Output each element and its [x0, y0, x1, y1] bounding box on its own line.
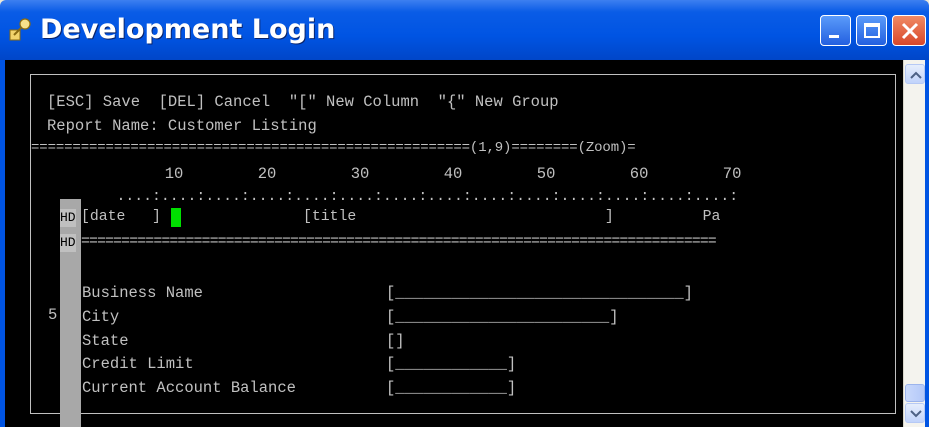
- title-bar[interactable]: Development Login: [0, 0, 929, 60]
- report-name-line: Report Name: Customer Listing: [47, 117, 317, 135]
- close-button[interactable]: [892, 15, 926, 46]
- minimize-button[interactable]: [820, 15, 851, 46]
- maximize-button[interactable]: [856, 15, 887, 46]
- vertical-scrollbar[interactable]: [903, 60, 925, 427]
- header-separator-label[interactable]: HD: [60, 234, 76, 252]
- scroll-down-icon: [910, 410, 922, 418]
- maximize-icon: [864, 23, 880, 38]
- field-input[interactable]: [____________]: [386, 354, 516, 374]
- field-label: Business Name: [82, 284, 203, 302]
- ruler-dots: ....:....:....:....:....:....:....:....:…: [81, 189, 739, 205]
- key-icon: [9, 18, 31, 41]
- scroll-down-button[interactable]: [905, 403, 925, 423]
- text-cursor: [171, 208, 181, 227]
- ruler-numbers: 10 20 30 40 50 60 70: [81, 165, 742, 183]
- field-label: Current Account Balance: [82, 379, 296, 397]
- window-title: Development Login: [40, 14, 336, 45]
- header-band-label[interactable]: HD: [60, 209, 76, 227]
- help-line: [ESC] Save [DEL] Cancel "[" New Column "…: [47, 93, 559, 111]
- field-input[interactable]: [____________]: [386, 378, 516, 398]
- ruler-status-line: ========================================…: [31, 140, 636, 156]
- scrollbar-thumb[interactable]: [905, 384, 925, 402]
- field-label: State: [82, 332, 129, 350]
- scroll-up-icon: [910, 71, 922, 79]
- row-number: 5: [48, 306, 58, 324]
- field-label: City: [82, 308, 120, 326]
- field-input[interactable]: [_______________________________]: [386, 283, 693, 303]
- terminal-screen[interactable]: [ESC] Save [DEL] Cancel "[" New Column "…: [5, 60, 903, 427]
- header-separator: ========================================…: [81, 234, 717, 250]
- close-icon: [901, 22, 919, 40]
- field-input[interactable]: []: [386, 331, 405, 351]
- minimize-icon: [829, 35, 839, 38]
- window-frame-right: [925, 60, 929, 427]
- field-label: Credit Limit: [82, 355, 194, 373]
- scroll-up-button[interactable]: [905, 64, 925, 84]
- field-input[interactable]: [_______________________]: [386, 307, 619, 327]
